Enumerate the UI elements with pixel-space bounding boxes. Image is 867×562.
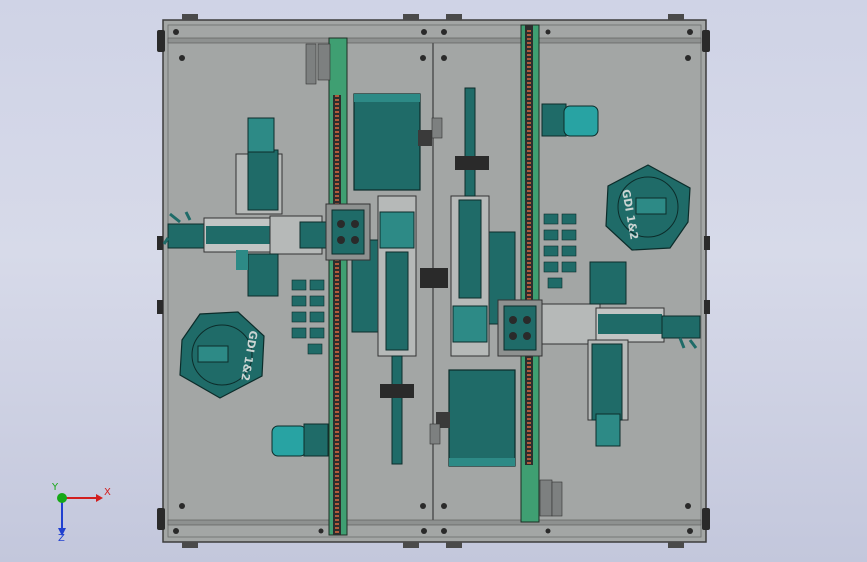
cad-graphics-area[interactable]: GDI 1&2 GDI 1&2 X Y Z bbox=[0, 0, 867, 562]
left-horizontal-actuator[interactable] bbox=[162, 211, 329, 255]
control-box-top-left[interactable] bbox=[353, 93, 432, 191]
assembly-model[interactable]: GDI 1&2 GDI 1&2 bbox=[0, 0, 867, 562]
motor-top-right[interactable] bbox=[541, 103, 599, 137]
bottom-frame-bar bbox=[167, 519, 702, 526]
right-vertical-slide[interactable] bbox=[587, 261, 629, 447]
z-axis-label: Z bbox=[58, 533, 65, 544]
motor-bottom-left[interactable] bbox=[271, 423, 329, 457]
y-axis-label: Y bbox=[52, 482, 59, 493]
x-axis-label: X bbox=[104, 487, 111, 498]
orientation-triad[interactable]: X Y Z bbox=[48, 482, 118, 544]
y-axis-dot-icon bbox=[57, 493, 67, 503]
x-axis-arrow-icon bbox=[96, 494, 103, 502]
top-frame-bar bbox=[167, 37, 702, 44]
